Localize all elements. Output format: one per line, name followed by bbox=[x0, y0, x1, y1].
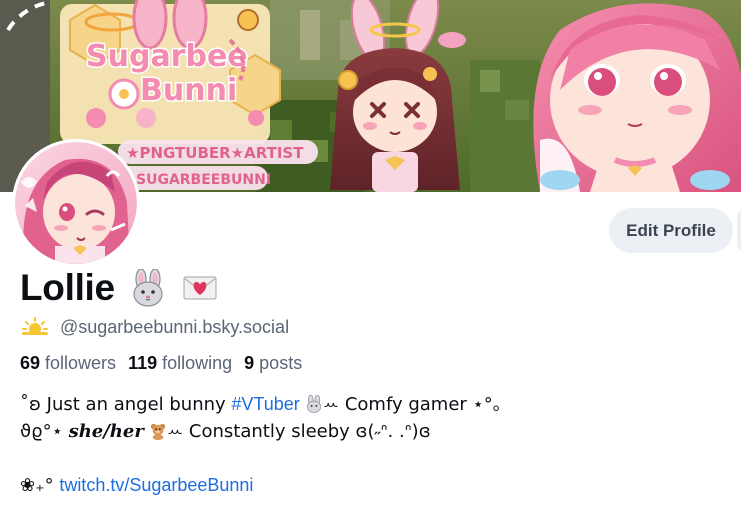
bio-line-2: ϑϱ°⋆ she/her ꕀ Constantly sleeby ɞ(˶ᐢ. .… bbox=[20, 418, 720, 445]
love-letter-icon bbox=[181, 269, 219, 307]
bio-line4-prefix: ❀₊° bbox=[20, 475, 60, 496]
banner-logo-line1: Sugarbee bbox=[86, 39, 248, 74]
posts-stat: 9 posts bbox=[244, 353, 302, 374]
following-stat[interactable]: 119 following bbox=[128, 353, 232, 374]
posts-count: 9 bbox=[244, 352, 255, 373]
twitch-link[interactable]: twitch.tv/SugarbeeBunni bbox=[59, 475, 253, 495]
profile-bio: ˚ʚ Just an angel bunny #VTuber ꕀ Comfy g… bbox=[20, 391, 720, 499]
more-options-button[interactable] bbox=[737, 208, 741, 253]
banner-handle: @SUGARBEEBUNNI bbox=[122, 172, 271, 188]
rabbit-face-icon bbox=[305, 395, 323, 413]
display-name-row: Lollie bbox=[20, 262, 219, 314]
display-name: Lollie bbox=[20, 267, 115, 308]
rabbit-face-icon bbox=[129, 269, 167, 307]
handle-row: @sugarbeebunni.bsky.social bbox=[20, 313, 289, 341]
banner-tagline: ★PNGTUBER★ARTIST bbox=[126, 144, 304, 162]
following-label: following bbox=[162, 352, 233, 373]
followers-stat[interactable]: 69 followers bbox=[20, 353, 116, 374]
bio-line2-suffix: ꕀ Constantly sleeby ɞ(˶ᐢ. .ᐢ)ɞ bbox=[166, 421, 431, 442]
posts-label: posts bbox=[259, 352, 303, 373]
bio-line1-suffix: ꕀ Comfy gamer ⋆°｡ bbox=[322, 394, 502, 415]
bio-line2-prefix: ϑϱ°⋆ bbox=[20, 421, 69, 442]
teddy-bear-icon bbox=[149, 422, 167, 440]
sun-behind-cloud-icon bbox=[20, 316, 50, 338]
edit-profile-button[interactable]: Edit Profile bbox=[609, 208, 733, 253]
bio-line-4: ❀₊° twitch.tv/SugarbeeBunni bbox=[20, 472, 720, 499]
following-count: 119 bbox=[128, 352, 158, 373]
banner-logo-line2: Bunni bbox=[140, 73, 237, 108]
profile-avatar[interactable] bbox=[12, 139, 140, 267]
followers-label: followers bbox=[45, 352, 117, 373]
bio-pronouns: she/her bbox=[68, 421, 144, 442]
bio-line-1: ˚ʚ Just an angel bunny #VTuber ꕀ Comfy g… bbox=[20, 391, 720, 418]
profile-stats: 69 followers 119 following 9 posts bbox=[20, 349, 314, 377]
profile-page: Sugarbee Bunni ★PNGTUBER★ARTIST @SUGARBE… bbox=[0, 0, 741, 513]
vtuber-hashtag-link[interactable]: #VTuber bbox=[231, 394, 299, 414]
profile-handle[interactable]: @sugarbeebunni.bsky.social bbox=[60, 317, 289, 338]
followers-count: 69 bbox=[20, 352, 41, 373]
bio-spacer bbox=[20, 445, 720, 472]
bio-line1-prefix: ˚ʚ Just an angel bunny bbox=[20, 394, 232, 415]
